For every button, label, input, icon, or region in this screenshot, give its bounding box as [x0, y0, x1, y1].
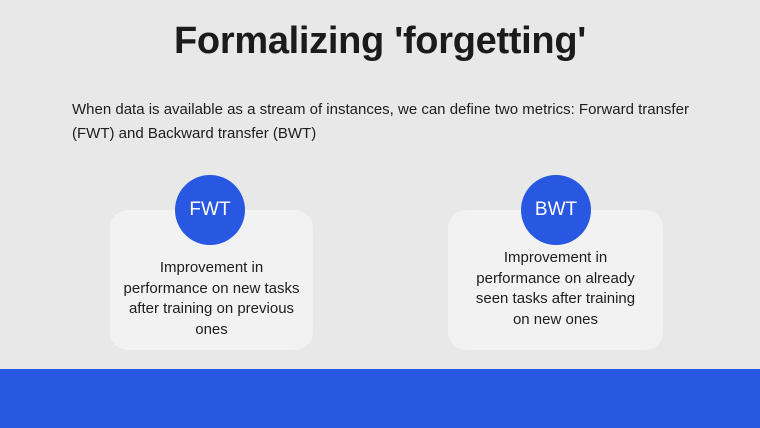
slide-title: Formalizing 'forgetting'	[174, 20, 586, 62]
bottom-band	[0, 369, 760, 428]
fwt-badge: FWT	[175, 175, 245, 245]
bwt-description: Improvement in performance on already se…	[475, 249, 636, 328]
fwt-description: Improvement in performance on new tasks …	[123, 259, 300, 338]
bwt-badge: BWT	[521, 175, 591, 245]
intro-text: When data is available as a stream of in…	[72, 101, 689, 142]
